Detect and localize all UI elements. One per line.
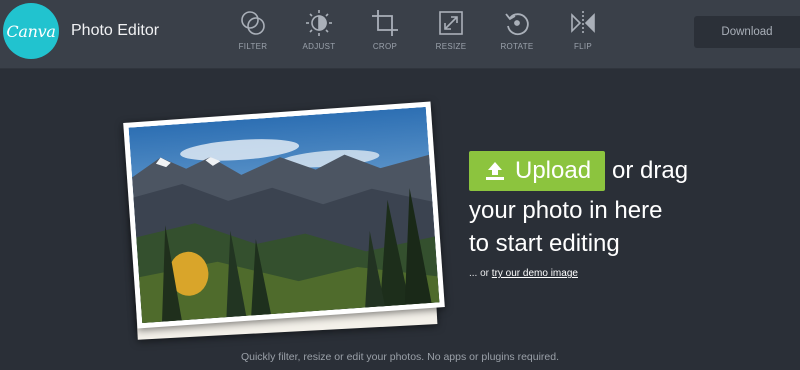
toolbar: FILTER ADJUST CROP RESIZE ROTATE FLIP [220,8,616,58]
tool-label: CROP [372,42,398,51]
crop-icon [372,10,398,36]
filter-icon [241,11,265,35]
front-photo-card [123,101,445,329]
tool-label: ROTATE [500,42,534,51]
tool-resize[interactable]: RESIZE [418,8,484,58]
tool-flip[interactable]: FLIP [550,8,616,58]
drag-text-line2: your photo in here [469,197,663,224]
drag-text-line1: or drag [612,157,689,184]
resize-icon [439,11,463,35]
tool-crop[interactable]: CROP [352,8,418,58]
tool-label: FILTER [238,42,268,51]
drop-zone-photo-stack[interactable] [120,100,460,340]
tool-rotate[interactable]: ROTATE [484,8,550,58]
footnote: Quickly filter, resize or edit your phot… [240,351,560,363]
app-title: Photo Editor [71,22,160,39]
mountain-photo [128,106,440,324]
demo-image-link[interactable]: try our demo image [492,268,578,279]
flip-icon [571,11,595,35]
tool-adjust[interactable]: ADJUST [286,8,352,58]
drag-text-line3: to start editing [469,230,620,257]
canva-logo[interactable]: Canva [3,3,59,59]
logo-text: Canva [6,21,56,41]
demo-line: ... or try our demo image [469,268,578,279]
download-button[interactable]: Download [694,16,800,48]
rotate-icon [505,13,529,36]
tool-filter[interactable]: FILTER [220,8,286,58]
tool-label: RESIZE [435,42,467,51]
demo-prefix: ... or [469,268,492,279]
upload-label: Upload [515,157,592,184]
tool-label: ADJUST [302,42,336,51]
top-bar: Canva Photo Editor FILTER ADJUST CROP RE… [0,0,800,69]
upload-button[interactable]: Upload [469,151,605,191]
tool-label: FLIP [573,42,593,51]
adjust-icon [306,10,332,36]
upload-icon [486,162,504,180]
